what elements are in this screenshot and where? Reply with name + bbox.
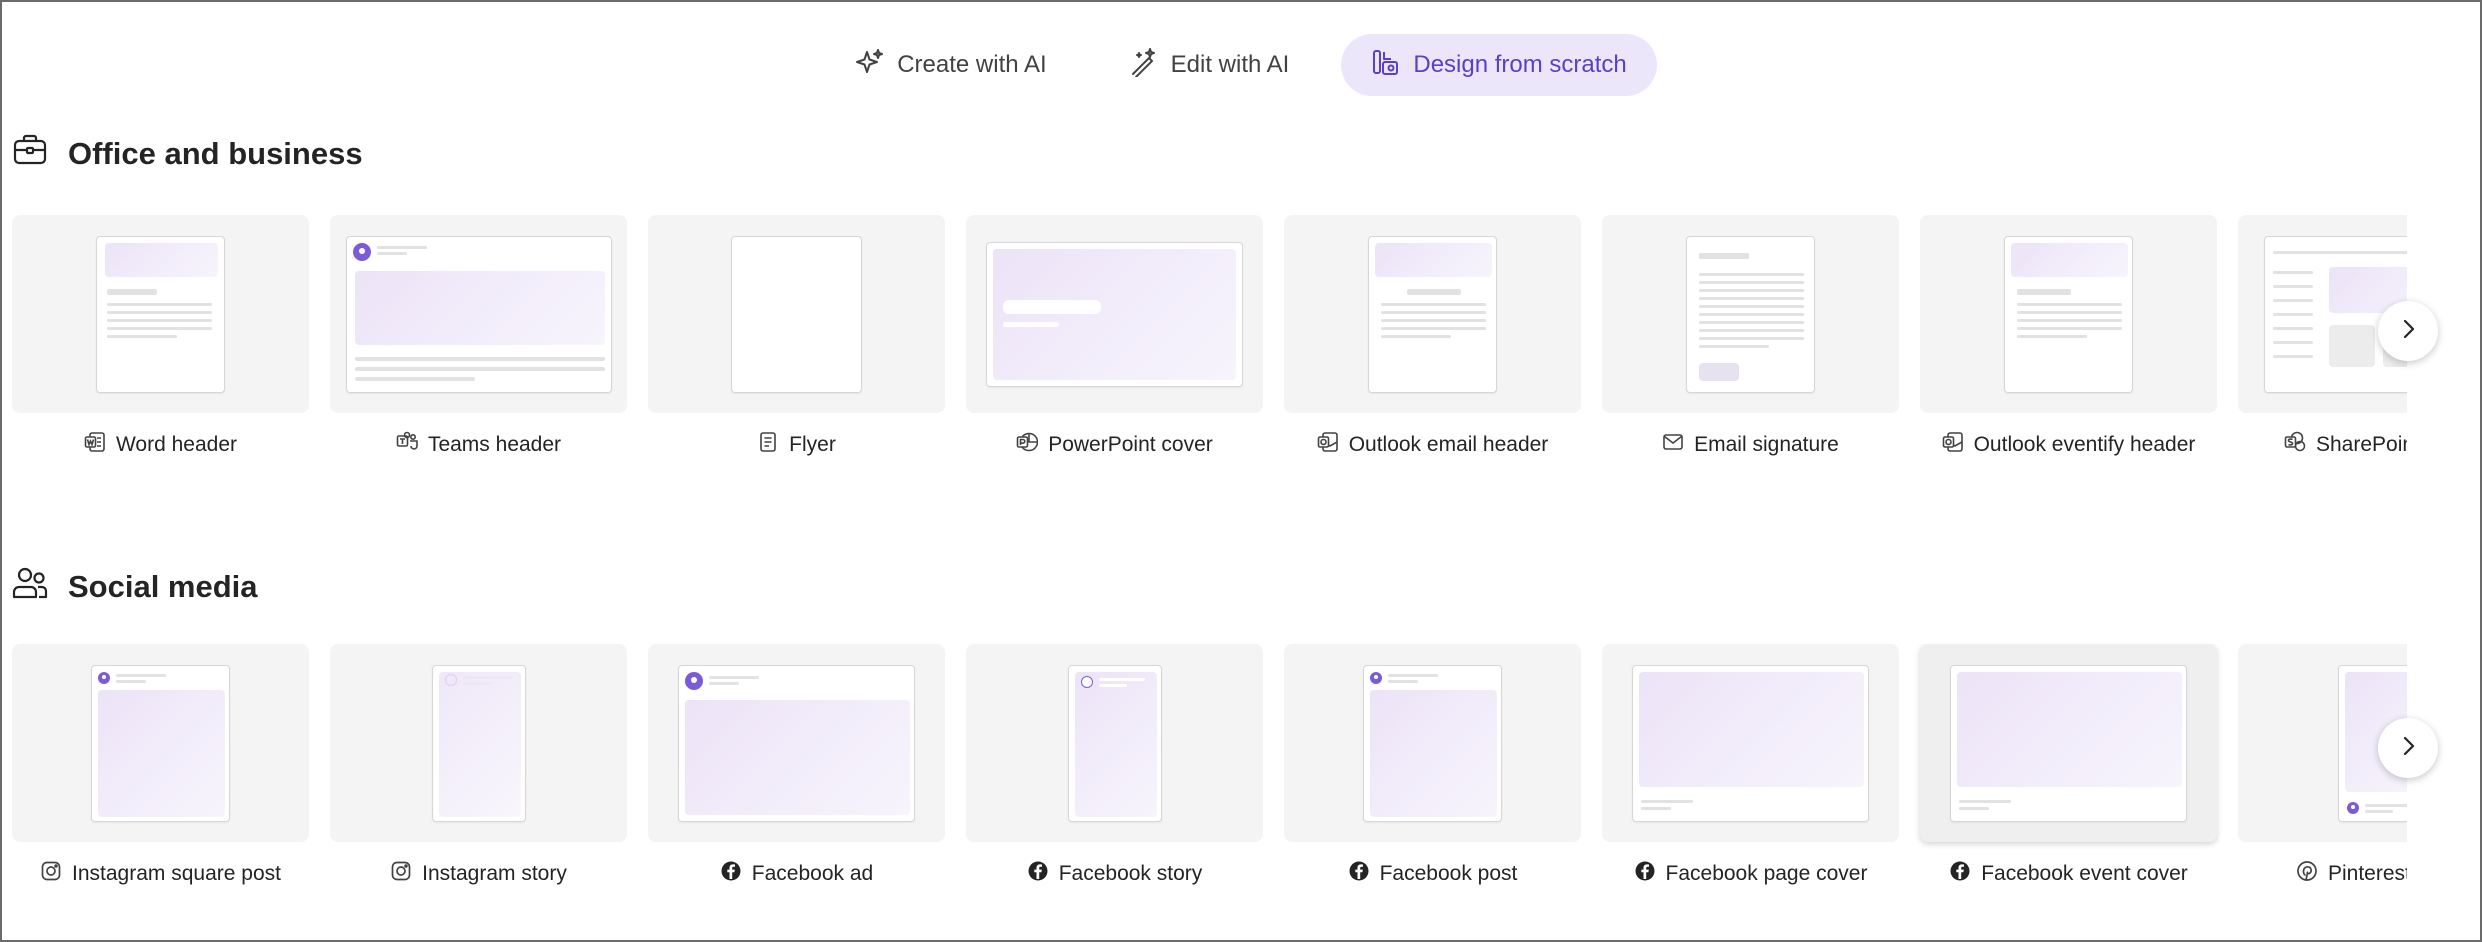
template-label: Facebook event cover [1981, 862, 2188, 885]
template-preview [1602, 644, 1899, 842]
people-icon [12, 565, 48, 609]
template-preview [330, 215, 627, 413]
template-card-teams-header[interactable]: Teams header [330, 215, 627, 459]
social-carousel-next-button[interactable] [2378, 718, 2438, 778]
sparkle-icon [855, 47, 885, 84]
template-label: Word header [115, 433, 238, 456]
magic-wand-icon [1129, 47, 1159, 84]
document-icon [757, 431, 779, 459]
section-heading: Social media [68, 569, 258, 604]
template-label: Facebook ad [751, 862, 874, 885]
sharepoint-icon [2284, 431, 2306, 459]
template-label: Facebook story [1058, 862, 1203, 885]
template-card-facebook-ad[interactable]: Facebook ad [648, 644, 945, 888]
facebook-icon [1949, 860, 1971, 888]
template-label: Outlook eventify header [1973, 433, 2196, 456]
tab-label: Design from scratch [1413, 51, 1627, 78]
pinterest-icon [2296, 860, 2318, 888]
template-card-instagram-story[interactable]: Instagram story [330, 644, 627, 888]
template-card-facebook-event-cover[interactable]: Facebook event cover [1920, 644, 2217, 888]
template-preview [966, 644, 1263, 842]
template-label: Pinterest [2328, 862, 2407, 885]
tab-edit-with-ai[interactable]: Edit with AI [1099, 34, 1320, 96]
template-preview [330, 644, 627, 842]
facebook-icon [720, 860, 742, 888]
mode-tabs: Create with AI Edit with AI Design from … [0, 34, 2482, 96]
instagram-icon [390, 860, 412, 888]
mail-icon [1662, 431, 1684, 459]
chevron-right-icon [2395, 733, 2421, 764]
chevron-right-icon [2395, 316, 2421, 347]
template-label: Instagram square post [72, 862, 281, 885]
tab-design-from-scratch[interactable]: Design from scratch [1341, 34, 1657, 96]
section-title-social: Social media [12, 565, 258, 609]
template-label: Email signature [1694, 433, 1839, 456]
template-card-facebook-post[interactable]: Facebook post [1284, 644, 1581, 888]
template-preview [648, 644, 945, 842]
template-preview [1284, 644, 1581, 842]
instagram-icon [40, 860, 62, 888]
powerpoint-icon [1016, 431, 1039, 459]
section-title-office: Office and business [12, 132, 363, 176]
design-shapes-icon [1371, 47, 1401, 84]
template-preview [12, 215, 309, 413]
template-preview [1602, 215, 1899, 413]
template-card-outlook-email-header[interactable]: Outlook email header [1284, 215, 1581, 459]
tab-label: Create with AI [897, 51, 1047, 78]
template-label: Flyer [789, 433, 836, 456]
template-preview [12, 644, 309, 842]
tab-create-with-ai[interactable]: Create with AI [825, 34, 1076, 96]
outlook-icon [1317, 431, 1339, 459]
briefcase-icon [12, 132, 48, 176]
template-preview [1920, 644, 2217, 842]
facebook-icon [1027, 860, 1049, 888]
template-card-word-header[interactable]: Word header [12, 215, 309, 459]
template-card-flyer[interactable]: Flyer [648, 215, 945, 459]
word-icon [84, 431, 106, 459]
template-preview [648, 215, 945, 413]
template-label: Outlook email header [1348, 433, 1549, 456]
office-carousel-next-button[interactable] [2378, 301, 2438, 361]
template-preview [966, 215, 1263, 413]
template-label: Instagram story [422, 862, 567, 885]
facebook-icon [1634, 860, 1656, 888]
template-card-powerpoint-cover[interactable]: PowerPoint cover [966, 215, 1263, 459]
office-templates-carousel: Word header Teams header Flyer PowerPoin… [12, 215, 2407, 459]
tab-label: Edit with AI [1170, 51, 1290, 78]
template-preview [1920, 215, 2217, 413]
template-label: Facebook post [1379, 862, 1518, 885]
template-label: Teams header [427, 433, 562, 456]
template-label: SharePoint [2316, 433, 2407, 456]
social-templates-carousel: Instagram square post Instagram story Fa… [12, 644, 2407, 888]
template-card-email-signature[interactable]: Email signature [1602, 215, 1899, 459]
template-label: PowerPoint cover [1048, 433, 1213, 456]
template-label: Facebook page cover [1665, 862, 1868, 885]
template-card-outlook-eventify-header[interactable]: Outlook eventify header [1920, 215, 2217, 459]
template-preview [1284, 215, 1581, 413]
template-card-pinterest[interactable]: Pinterest [2238, 644, 2407, 888]
teams-icon [396, 431, 418, 459]
section-heading: Office and business [68, 136, 363, 171]
facebook-icon [1348, 860, 1370, 888]
outlook-icon [1942, 431, 1964, 459]
template-card-instagram-square-post[interactable]: Instagram square post [12, 644, 309, 888]
template-card-facebook-story[interactable]: Facebook story [966, 644, 1263, 888]
template-card-facebook-page-cover[interactable]: Facebook page cover [1602, 644, 1899, 888]
